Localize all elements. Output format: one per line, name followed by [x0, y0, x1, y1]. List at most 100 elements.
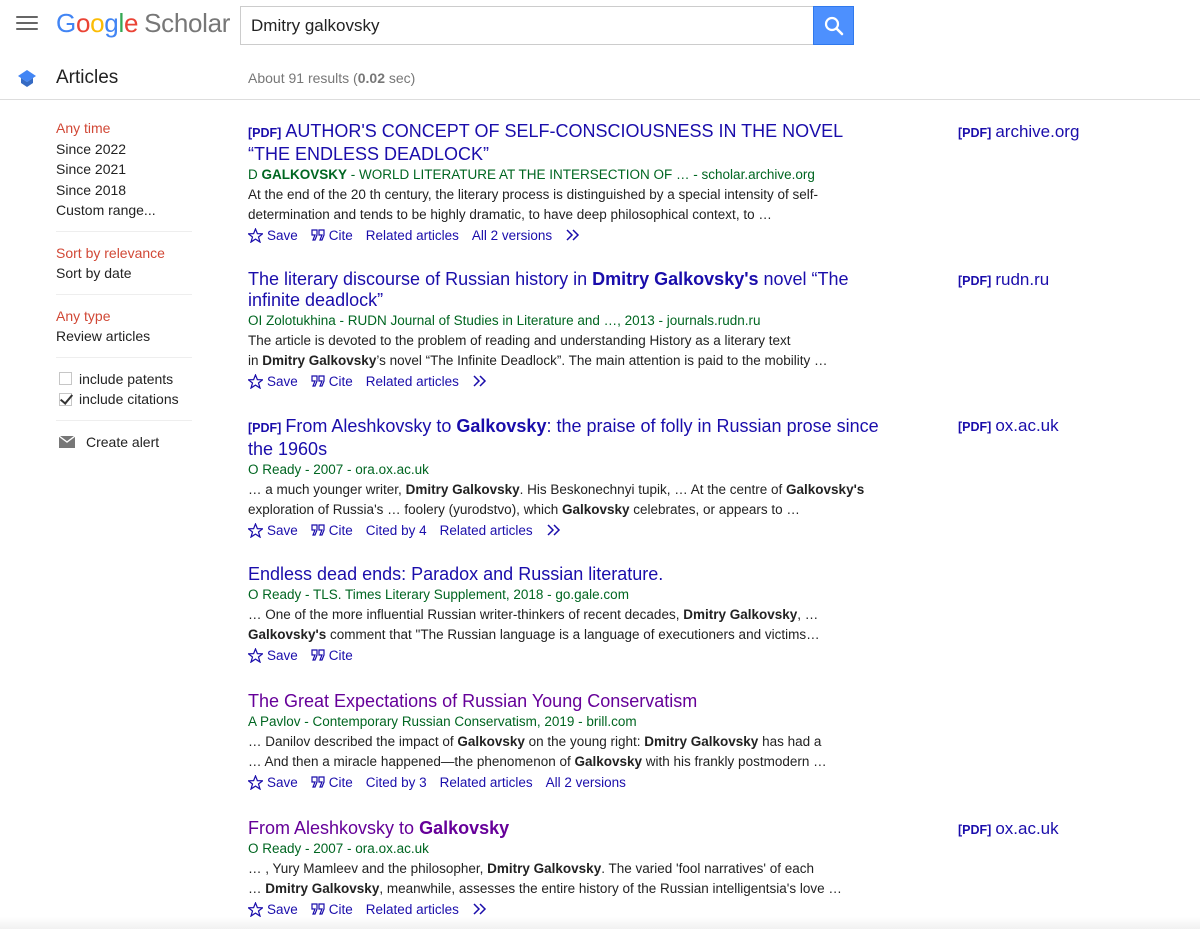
results-count: About 91 results (0.02 sec): [248, 70, 416, 86]
result-snippet: At the end of the 20 th century, the lit…: [248, 187, 819, 222]
star-icon: [248, 901, 263, 917]
checkbox-checked-icon: [59, 392, 72, 406]
related-articles-link[interactable]: Related articles: [366, 228, 459, 243]
result-actions: Save Cite: [248, 645, 888, 665]
result-meta: A Pavlov - Contemporary Russian Conserva…: [248, 714, 637, 729]
filter-any-type[interactable]: Any type: [56, 306, 192, 327]
star-icon: [248, 373, 263, 389]
google-scholar-logo[interactable]: Google Scholar: [56, 6, 230, 40]
search-result: From Aleshkovsky to Galkovsky O Ready - …: [248, 818, 888, 919]
result-meta: O Ready - 2007 - ora.ox.ac.uk: [248, 462, 429, 477]
result-title[interactable]: [PDF] From Aleshkovsky to Galkovsky: the …: [248, 416, 888, 460]
star-icon: [248, 774, 263, 790]
envelope-icon: [59, 435, 75, 448]
star-icon: [248, 227, 263, 243]
cited-by-link[interactable]: Cited by 3: [366, 775, 427, 790]
filter-review-articles[interactable]: Review articles: [56, 326, 192, 347]
cite-button[interactable]: Cite: [311, 775, 353, 790]
include-citations-checkbox[interactable]: include citations: [56, 389, 192, 410]
related-articles-link[interactable]: Related articles: [366, 374, 459, 389]
save-button[interactable]: Save: [248, 774, 298, 790]
result-title[interactable]: From Aleshkovsky to Galkovsky: [248, 818, 888, 839]
search-input[interactable]: [240, 6, 814, 45]
side-pdf-link[interactable]: [PDF] archive.org: [958, 122, 1079, 142]
more-icon[interactable]: [565, 229, 585, 241]
articles-icon: [18, 70, 36, 87]
search-result: Endless dead ends: Paradox and Russian l…: [248, 564, 888, 665]
quote-icon: [311, 524, 325, 536]
save-button[interactable]: Save: [248, 227, 298, 243]
sidebar: Any time Since 2022 Since 2021 Since 201…: [56, 118, 192, 452]
all-versions-link[interactable]: All 2 versions: [546, 775, 626, 790]
search-result: [PDF] AUTHOR'S CONCEPT OF SELF-CONSCIOUSN…: [248, 121, 888, 245]
result-title[interactable]: Endless dead ends: Paradox and Russian l…: [248, 564, 888, 585]
checkbox-unchecked-icon: [59, 372, 72, 386]
quote-icon: [311, 649, 325, 661]
search-result: [PDF] From Aleshkovsky to Galkovsky: the …: [248, 416, 888, 540]
result-meta: O Ready - 2007 - ora.ox.ac.uk: [248, 841, 429, 856]
search-result: The literary discourse of Russian histor…: [248, 269, 888, 391]
cite-button[interactable]: Cite: [311, 374, 353, 389]
cite-button[interactable]: Cite: [311, 902, 353, 917]
result-actions: Save Cite Related articles: [248, 899, 888, 919]
more-icon[interactable]: [472, 375, 492, 387]
filter-since-2021[interactable]: Since 2021: [56, 159, 192, 180]
filter-since-2022[interactable]: Since 2022: [56, 139, 192, 160]
search-button[interactable]: [813, 6, 854, 45]
result-actions: Save Cite Related articles: [248, 371, 888, 391]
result-snippet: … One of the more influential Russian wr…: [248, 607, 820, 642]
sort-group: Sort by relevance Sort by date: [56, 243, 192, 295]
quote-icon: [311, 903, 325, 915]
sort-by-relevance[interactable]: Sort by relevance: [56, 243, 192, 264]
include-patents-checkbox[interactable]: include patents: [56, 369, 192, 390]
filter-custom-range[interactable]: Custom range...: [56, 200, 192, 221]
cite-button[interactable]: Cite: [311, 228, 353, 243]
save-button[interactable]: Save: [248, 522, 298, 538]
header: Google Scholar: [0, 0, 1200, 52]
result-snippet: … Danilov described the impact of Galkov…: [248, 734, 827, 769]
filter-since-2018[interactable]: Since 2018: [56, 180, 192, 201]
type-filter-group: Any type Review articles: [56, 306, 192, 358]
related-articles-link[interactable]: Related articles: [440, 523, 533, 538]
star-icon: [248, 522, 263, 538]
result-snippet: … , Yury Mamleev and the philosopher, Dm…: [248, 861, 842, 896]
related-articles-link[interactable]: Related articles: [366, 902, 459, 917]
related-articles-link[interactable]: Related articles: [440, 775, 533, 790]
all-versions-link[interactable]: All 2 versions: [472, 228, 552, 243]
result-meta: OI Zolotukhina - RUDN Journal of Studies…: [248, 313, 761, 328]
more-icon[interactable]: [546, 524, 566, 536]
bottom-fade: [0, 917, 1200, 929]
more-icon[interactable]: [472, 903, 492, 915]
result-title[interactable]: [PDF] AUTHOR'S CONCEPT OF SELF-CONSCIOUSN…: [248, 121, 888, 165]
include-group: include patents include citations: [56, 369, 192, 421]
side-pdf-link[interactable]: [PDF] rudn.ru: [958, 270, 1049, 290]
side-pdf-link[interactable]: [PDF] ox.ac.uk: [958, 819, 1059, 839]
quote-icon: [311, 776, 325, 788]
quote-icon: [311, 229, 325, 241]
star-icon: [248, 647, 263, 663]
result-actions: Save Cite Related articles All 2 version…: [248, 225, 888, 245]
sort-by-date[interactable]: Sort by date: [56, 263, 192, 284]
page-title: Articles: [56, 67, 119, 88]
result-meta: O Ready - TLS. Times Literary Supplement…: [248, 587, 629, 602]
side-pdf-link[interactable]: [PDF] ox.ac.uk: [958, 416, 1059, 436]
filter-any-time[interactable]: Any time: [56, 118, 192, 139]
cite-button[interactable]: Cite: [311, 523, 353, 538]
cite-button[interactable]: Cite: [311, 648, 353, 663]
result-snippet: … a much younger writer, Dmitry Galkovsk…: [248, 482, 865, 517]
result-title[interactable]: The Great Expectations of Russian Young …: [248, 691, 888, 712]
quote-icon: [311, 375, 325, 387]
save-button[interactable]: Save: [248, 647, 298, 663]
result-title[interactable]: The literary discourse of Russian histor…: [248, 269, 888, 311]
subheader: Articles About 91 results (0.02 sec): [0, 58, 1200, 100]
menu-icon[interactable]: [14, 12, 40, 34]
result-actions: Save Cite Cited by 3 Related articles Al…: [248, 772, 888, 792]
time-filter-group: Any time Since 2022 Since 2021 Since 201…: [56, 118, 192, 232]
search-icon: [824, 16, 843, 35]
cited-by-link[interactable]: Cited by 4: [366, 523, 427, 538]
save-button[interactable]: Save: [248, 901, 298, 917]
create-alert-button[interactable]: Create alert: [56, 432, 192, 452]
result-meta: D GALKOVSKY - WORLD LITERATURE AT THE IN…: [248, 167, 815, 182]
search-result: The Great Expectations of Russian Young …: [248, 691, 888, 792]
save-button[interactable]: Save: [248, 373, 298, 389]
